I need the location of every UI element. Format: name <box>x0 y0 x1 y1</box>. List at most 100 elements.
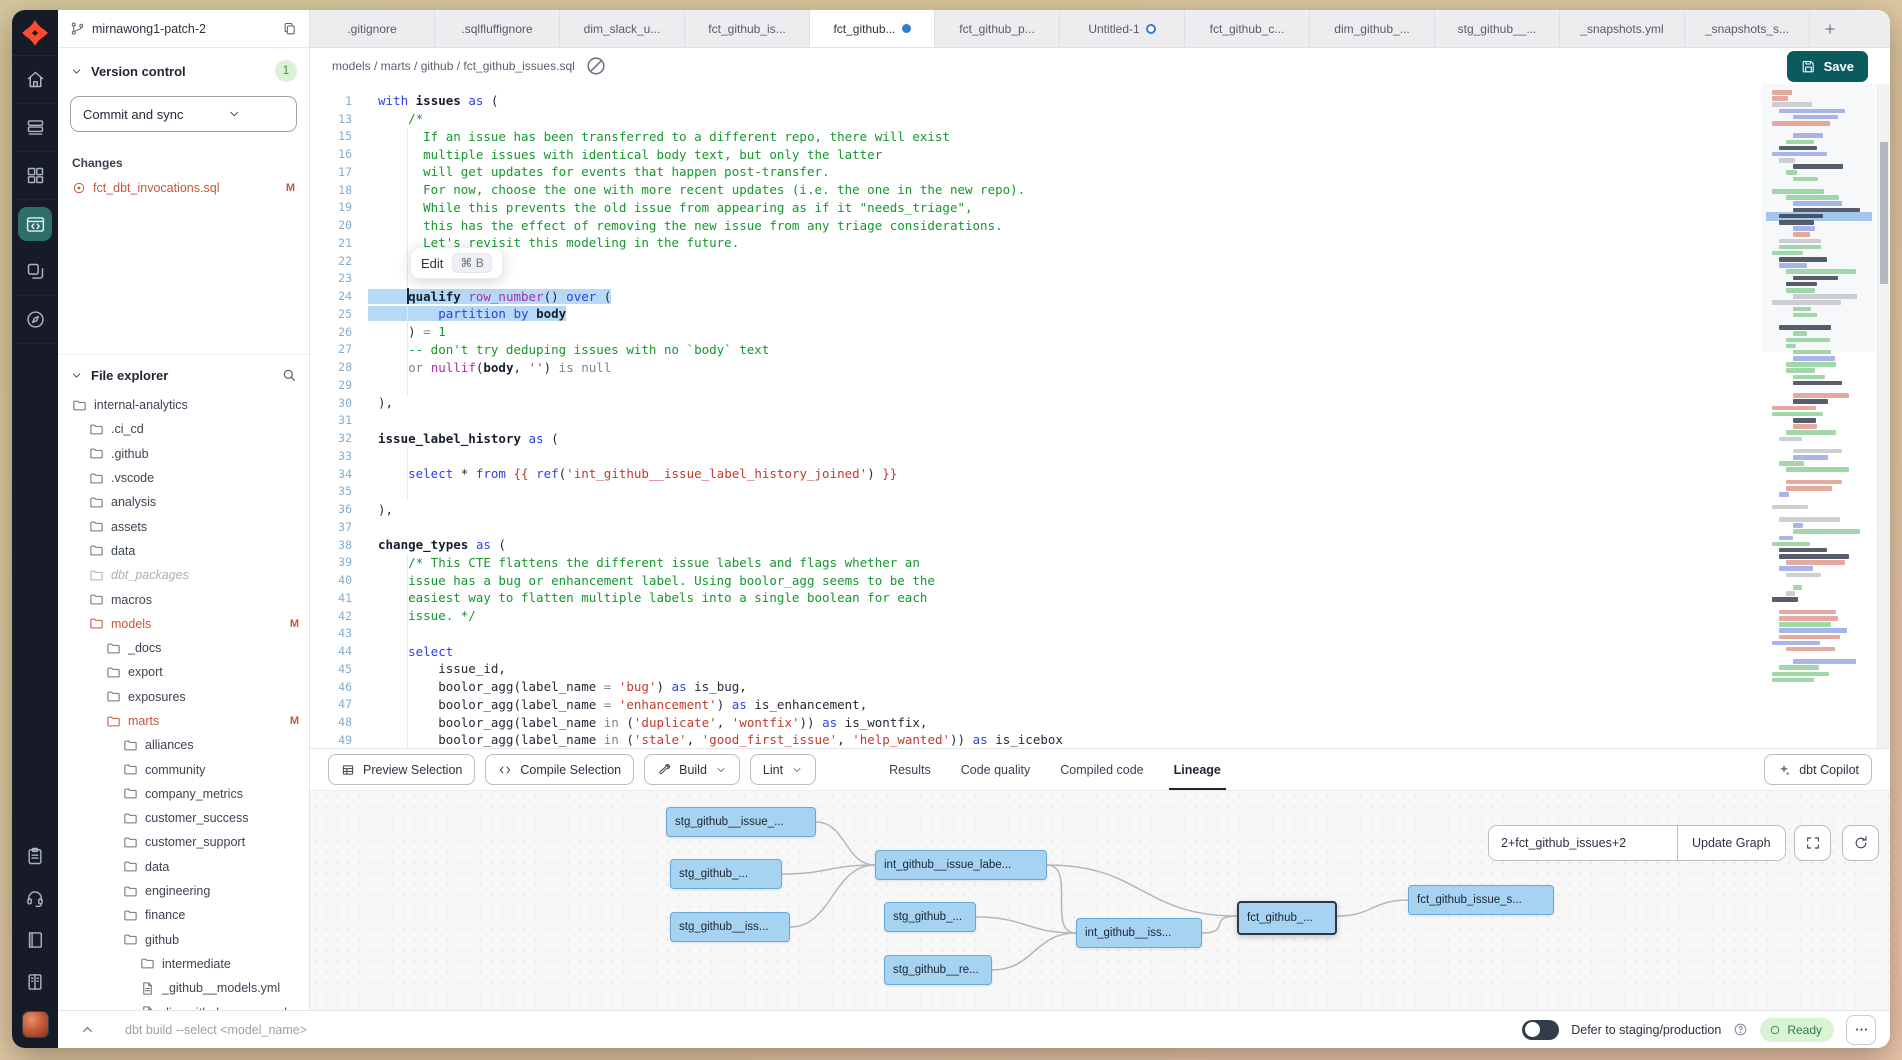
editor-tab-dim_slack_u...[interactable]: dim_slack_u... <box>560 10 685 47</box>
code-line-18[interactable]: 18 For now, choose the one with more rec… <box>310 181 1758 199</box>
tree-item-data[interactable]: data <box>58 539 309 563</box>
tree-item-.ci_cd[interactable]: .ci_cd <box>58 417 309 441</box>
code-line-27[interactable]: 27 -- don't try deduping issues with no … <box>310 341 1758 359</box>
code-line-15[interactable]: 15 If an issue has been transferred to a… <box>310 128 1758 146</box>
code-line-33[interactable]: 33 <box>310 447 1758 465</box>
lineage-node-n7[interactable]: int_github__iss... <box>1076 918 1202 948</box>
code-line-42[interactable]: 42 issue. */ <box>310 607 1758 625</box>
update-graph-button[interactable]: Update Graph <box>1677 826 1785 860</box>
code-line-16[interactable]: 16 multiple issues with identical body t… <box>310 145 1758 163</box>
code-line-19[interactable]: 19 While this prevents the old issue fro… <box>310 199 1758 217</box>
commit-and-sync-button[interactable]: Commit and sync <box>70 96 297 132</box>
code-line-34[interactable]: 34 select * from {{ ref('int_github__iss… <box>310 465 1758 483</box>
code-line-31[interactable]: 31 <box>310 412 1758 430</box>
tree-item-marts[interactable]: martsM <box>58 709 309 733</box>
tree-item-company_metrics[interactable]: company_metrics <box>58 782 309 806</box>
code-line-32[interactable]: 32issue_label_history as ( <box>310 429 1758 447</box>
sidebar-item-compass[interactable] <box>12 296 58 344</box>
tree-item-assets[interactable]: assets <box>58 514 309 538</box>
editor-tab-_snapshots_s...[interactable]: _snapshots_s... <box>1685 10 1810 47</box>
tree-item-customer_success[interactable]: customer_success <box>58 806 309 830</box>
command-input[interactable]: dbt build --select <model_name> <box>125 1023 1510 1037</box>
code-editor[interactable]: 1with issues as (13 /*15 If an issue has… <box>310 84 1890 748</box>
code-line-29[interactable]: 29 <box>310 376 1758 394</box>
code-line-1[interactable]: 1with issues as ( <box>310 92 1758 110</box>
tree-item-_github__models.yml[interactable]: _github__models.yml <box>58 976 309 1000</box>
lineage-node-n3[interactable]: stg_github__iss... <box>670 912 790 942</box>
sidebar-item-home[interactable] <box>12 56 58 104</box>
tree-item-macros[interactable]: macros <box>58 587 309 611</box>
code-line-43[interactable]: 43 <box>310 625 1758 643</box>
code-line-17[interactable]: 17 will get updates for events that happ… <box>310 163 1758 181</box>
panel-tab-results[interactable]: Results <box>874 749 946 790</box>
save-button[interactable]: Save <box>1787 51 1868 82</box>
lineage-node-n2[interactable]: stg_github_... <box>670 859 782 889</box>
tree-item-analysis[interactable]: analysis <box>58 490 309 514</box>
code-line-46[interactable]: 46 boolor_agg(label_name = 'bug') as is_… <box>310 678 1758 696</box>
search-icon[interactable] <box>281 367 297 383</box>
code-line-44[interactable]: 44 select <box>310 642 1758 660</box>
sidebar-item-headset[interactable] <box>12 877 58 919</box>
editor-tab-Untitled-1[interactable]: Untitled-1 <box>1060 10 1185 47</box>
dbt-logo-icon[interactable] <box>12 10 58 56</box>
lint-button[interactable]: Lint <box>750 754 816 785</box>
code-line-24[interactable]: 24 qualify row_number() over ( <box>310 287 1758 305</box>
user-avatar[interactable] <box>22 1011 49 1038</box>
tree-item-community[interactable]: community <box>58 757 309 781</box>
code-line-20[interactable]: 20 this has the effect of removing the n… <box>310 216 1758 234</box>
tree-item-dbt_packages[interactable]: dbt_packages <box>58 563 309 587</box>
tree-item-intermediate[interactable]: intermediate <box>58 952 309 976</box>
edit-tooltip[interactable]: Edit ⌘ B <box>410 247 503 279</box>
tree-item-internal-analytics[interactable]: internal-analytics <box>58 393 309 417</box>
tree-item-.vscode[interactable]: .vscode <box>58 466 309 490</box>
copy-branch-icon[interactable] <box>282 21 297 36</box>
lineage-node-n6[interactable]: stg_github__re... <box>884 955 992 985</box>
editor-tab-.gitignore[interactable]: .gitignore <box>310 10 435 47</box>
editor-tab-_snapshots.yml[interactable]: _snapshots.yml <box>1560 10 1685 47</box>
code-line-49[interactable]: 49 boolor_agg(label_name in ('stale', 'g… <box>310 731 1758 748</box>
editor-tab-fct_github_c...[interactable]: fct_github_c... <box>1185 10 1310 47</box>
code-line-23[interactable]: 23 <box>310 270 1758 288</box>
editor-tab-fct_github_p...[interactable]: fct_github_p... <box>935 10 1060 47</box>
tree-item-data[interactable]: data <box>58 855 309 879</box>
minimap[interactable] <box>1762 84 1876 748</box>
defer-toggle[interactable] <box>1522 1020 1559 1040</box>
sidebar-item-book[interactable] <box>12 919 58 961</box>
panel-tab-code-quality[interactable]: Code quality <box>946 749 1046 790</box>
code-line-45[interactable]: 45 issue_id, <box>310 660 1758 678</box>
version-control-header[interactable]: Version control 1 <box>58 48 309 88</box>
code-line-36[interactable]: 36), <box>310 500 1758 518</box>
open-docs-icon[interactable] <box>585 55 607 77</box>
code-line-48[interactable]: 48 boolor_agg(label_name in ('duplicate'… <box>310 713 1758 731</box>
sidebar-item-clipboard[interactable] <box>12 835 58 877</box>
more-options-button[interactable] <box>1846 1015 1876 1045</box>
sidebar-item-code-window[interactable] <box>12 200 58 248</box>
code-line-47[interactable]: 47 boolor_agg(label_name = 'enhancement'… <box>310 696 1758 714</box>
sidebar-item-stack[interactable] <box>12 104 58 152</box>
lineage-node-n9[interactable]: fct_github_issue_s... <box>1408 885 1554 915</box>
tree-item-dim_github__users.sql[interactable]: dim_github__users.sql <box>58 1000 309 1010</box>
editor-tab-dim_github_...[interactable]: dim_github_... <box>1310 10 1435 47</box>
build-button[interactable]: Build <box>644 754 740 785</box>
code-line-13[interactable]: 13 /* <box>310 110 1758 128</box>
editor-tab-stg_github__...[interactable]: stg_github__... <box>1435 10 1560 47</box>
tree-item-_docs[interactable]: _docs <box>58 636 309 660</box>
new-tab-button[interactable] <box>1810 10 1850 47</box>
lineage-node-n1[interactable]: stg_github__issue_... <box>666 807 816 837</box>
compile-selection-button[interactable]: Compile Selection <box>485 754 634 785</box>
preview-selection-button[interactable]: Preview Selection <box>328 754 475 785</box>
tree-item-github[interactable]: github <box>58 928 309 952</box>
code-line-37[interactable]: 37 <box>310 518 1758 536</box>
file-explorer-header[interactable]: File explorer <box>58 355 309 389</box>
code-line-35[interactable]: 35 <box>310 483 1758 501</box>
help-icon[interactable] <box>1733 1022 1748 1037</box>
sidebar-item-kiosk[interactable] <box>12 961 58 1003</box>
code-line-26[interactable]: 26 ) = 1 <box>310 323 1758 341</box>
expand-command-bar-icon[interactable] <box>80 1022 95 1037</box>
tree-item-engineering[interactable]: engineering <box>58 879 309 903</box>
sidebar-item-compare[interactable] <box>12 248 58 296</box>
lineage-node-n8[interactable]: fct_github_... <box>1237 901 1337 935</box>
code-line-21[interactable]: 21 Let's revisit this modeling in the fu… <box>310 234 1758 252</box>
lineage-filter-input[interactable] <box>1489 826 1677 860</box>
editor-tab-.sqlfluffignore[interactable]: .sqlfluffignore <box>435 10 560 47</box>
